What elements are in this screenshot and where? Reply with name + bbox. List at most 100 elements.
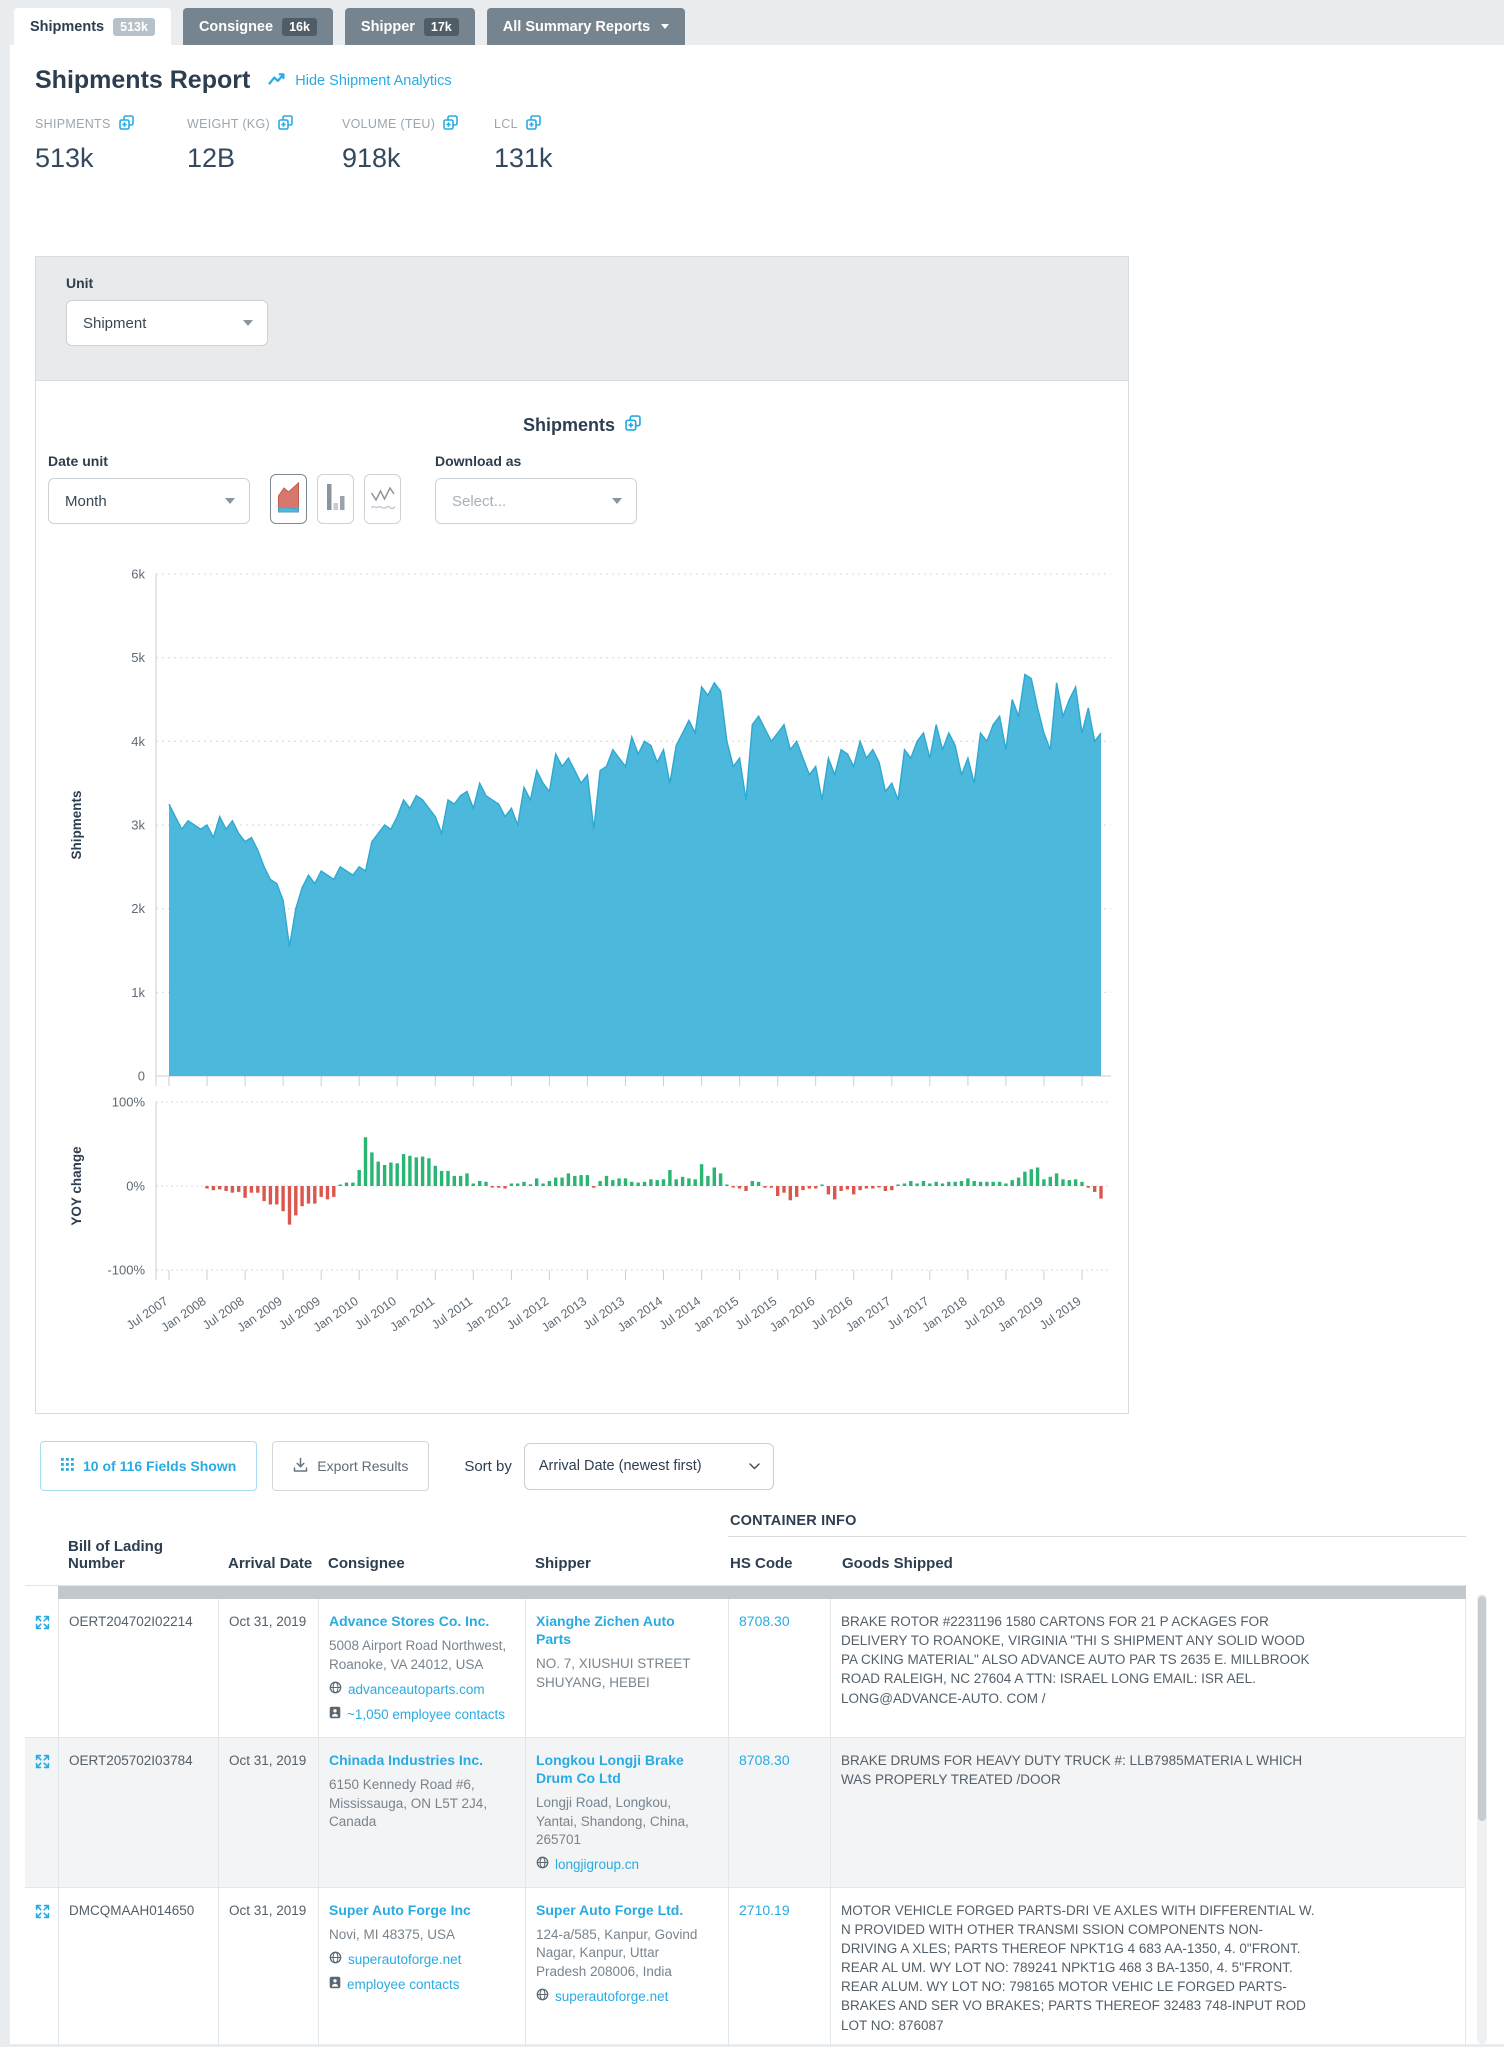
hs-code-link[interactable]: 2710.19 <box>739 1902 790 1918</box>
consignee-link[interactable]: Advance Stores Co. Inc. <box>329 1612 515 1630</box>
column-header-arrival-date[interactable]: Arrival Date <box>218 1555 318 1585</box>
summary-stats: SHIPMENTS 513k WEIGHT (KG) 12B VOLUME (T… <box>35 115 1504 174</box>
download-as-label: Download as <box>435 453 522 469</box>
expand-row-icon[interactable] <box>34 1904 51 1923</box>
tab-shipper[interactable]: Shipper 17k <box>344 8 475 45</box>
stat-lcl-value: 131k <box>494 143 553 173</box>
horizontal-scrollbar[interactable] <box>58 1586 1466 1599</box>
chevron-down-icon <box>661 24 670 29</box>
column-header-hs-code[interactable]: HS Code <box>728 1555 830 1585</box>
column-header-consignee[interactable]: Consignee <box>318 1555 525 1585</box>
shipper-address: Longji Road, Longkou, Yantai, Shandong, … <box>536 1795 689 1848</box>
stat-lcl: LCL 131k <box>494 115 646 174</box>
column-header-shipper[interactable]: Shipper <box>525 1555 716 1585</box>
tab-shipments-count-badge: 513k <box>113 17 155 36</box>
tab-shipments[interactable]: Shipments 513k <box>14 8 171 45</box>
stat-shipments-value: 513k <box>35 143 94 173</box>
stat-volume: VOLUME (TEU) 918k <box>342 115 494 174</box>
export-results-button[interactable]: Export Results <box>272 1441 430 1491</box>
copy-icon[interactable] <box>118 115 134 133</box>
svg-text:0%: 0% <box>126 1179 145 1194</box>
tab-consignee[interactable]: Consignee 16k <box>182 8 333 45</box>
area-chart-icon <box>277 479 300 520</box>
consignee-address: 5008 Airport Road Northwest, Roanoke, VA… <box>329 1638 507 1672</box>
svg-text:4k: 4k <box>131 734 145 749</box>
sort-by-select[interactable]: Arrival Date (newest first) <box>523 1442 774 1490</box>
unit-filter-bar: Unit Shipment <box>36 257 1128 381</box>
vertical-scrollbar-thumb[interactable] <box>1478 1596 1486 1821</box>
consignee-link[interactable]: Super Auto Forge Inc <box>329 1901 515 1919</box>
chevron-down-icon <box>243 320 253 326</box>
svg-text:Jul 2019: Jul 2019 <box>1037 1294 1084 1333</box>
hs-code-link[interactable]: 8708.30 <box>739 1613 790 1629</box>
table-body: OERT204702I02214 Oct 31, 2019 Advance St… <box>25 1599 1466 2047</box>
svg-text:100%: 100% <box>112 1095 146 1110</box>
hs-code-cell: 2710.19 <box>728 1887 830 2047</box>
contact-card-icon <box>329 1705 341 1724</box>
bar-chart-type-button[interactable] <box>317 474 354 524</box>
svg-text:Shipments: Shipments <box>69 790 84 859</box>
table-row: DMCQMAAH014650 Oct 31, 2019 Super Auto F… <box>25 1886 1466 2047</box>
line-chart-type-button[interactable] <box>364 474 401 524</box>
arrival-date-cell: Oct 31, 2019 <box>218 1738 318 1887</box>
table-header: Bill of Lading Number Arrival Date Consi… <box>25 1497 1466 1586</box>
consignee-link[interactable]: Chinada Industries Inc. <box>329 1751 515 1769</box>
vertical-scrollbar[interactable] <box>1477 1594 1487 2044</box>
shipper-link[interactable]: Super Auto Forge Ltd. <box>536 1901 706 1919</box>
shipper-website-link[interactable]: superautoforge.net <box>536 1987 706 2006</box>
tab-consignee-label: Consignee <box>198 18 274 35</box>
tab-consignee-count-badge: 16k <box>282 17 317 36</box>
globe-icon <box>329 1950 342 1969</box>
expand-row-icon[interactable] <box>34 1754 51 1773</box>
shipper-cell: Longkou Longji Brake Drum Co Ltd Longji R… <box>525 1738 716 1887</box>
expand-row-icon[interactable] <box>34 1615 51 1634</box>
report-tabs: Shipments 513k Consignee 16k Shipper 17k… <box>14 8 686 45</box>
column-header-bol[interactable]: Bill of Lading Number <box>58 1538 218 1585</box>
contact-card-icon <box>329 1975 341 1994</box>
copy-icon[interactable] <box>278 115 293 133</box>
consignee-cell: Super Auto Forge Inc Novi, MI 48375, USA s… <box>318 1887 525 2047</box>
goods-shipped-cell: BRAKE DRUMS FOR HEAVY DUTY TRUCK #: LLB7… <box>830 1738 1466 1887</box>
tab-shipper-label: Shipper <box>360 18 415 35</box>
consignee-website-link[interactable]: superautoforge.net <box>329 1950 515 1969</box>
unit-label: Unit <box>66 275 94 291</box>
unit-select[interactable]: Shipment <box>66 300 268 346</box>
svg-text:-100%: -100% <box>107 1263 145 1278</box>
column-header-goods-shipped[interactable]: Goods Shipped <box>830 1555 1466 1585</box>
svg-text:YOY change: YOY change <box>69 1146 84 1226</box>
shipper-website-link[interactable]: longjigroup.cn <box>536 1855 706 1874</box>
tab-shipper-count-badge: 17k <box>423 17 459 36</box>
shipper-link[interactable]: Xianghe Zichen Auto Parts <box>536 1612 706 1648</box>
hide-shipment-analytics-link[interactable]: Hide Shipment Analytics <box>268 72 452 90</box>
consignee-address: Novi, MI 48375, USA <box>329 1926 456 1942</box>
container-info-group-header: CONTAINER INFO <box>728 1497 1466 1537</box>
goods-shipped-cell: MOTOR VEHICLE FORGED PARTS-DRI VE AXLES … <box>830 1887 1466 2047</box>
chevron-down-icon <box>749 1458 760 1474</box>
shipments-yoy-chart: Jul 2007Jan 2008Jul 2008Jan 2009Jul 2009… <box>69 567 1111 1335</box>
stat-weight: WEIGHT (KG) 12B <box>187 115 342 174</box>
consignee-website-link[interactable]: advanceautoparts.com <box>329 1680 515 1699</box>
bar-chart-icon <box>325 481 347 518</box>
fields-shown-button[interactable]: 10 of 116 Fields Shown <box>40 1441 258 1491</box>
download-as-select[interactable]: Select... <box>435 478 637 524</box>
hs-code-link[interactable]: 8708.30 <box>739 1752 790 1768</box>
shipper-link[interactable]: Longkou Longji Brake Drum Co Ltd <box>536 1751 706 1787</box>
analytics-panel: Unit Shipment Shipments Date unit Month <box>35 256 1129 1414</box>
shipper-cell: Super Auto Forge Ltd. 124-a/585, Kanpur, … <box>525 1887 716 2047</box>
bol-cell: OERT205702I03784 <box>58 1738 218 1887</box>
tab-all-summary-reports[interactable]: All Summary Reports <box>486 8 686 45</box>
shipper-cell: Xianghe Zichen Auto Parts NO. 7, XIUSHUI … <box>525 1599 716 1737</box>
copy-icon[interactable] <box>443 115 458 133</box>
copy-icon[interactable] <box>526 115 541 133</box>
employee-contacts-link[interactable]: employee contacts <box>329 1975 515 1994</box>
analytics-zigzag-icon <box>268 72 288 90</box>
copy-icon[interactable] <box>625 415 641 436</box>
employee-contacts-link[interactable]: ~1,050 employee contacts <box>329 1705 515 1724</box>
shipper-address: 124-a/585, Kanpur, Govind Nagar, Kanpur,… <box>536 1926 698 1979</box>
stat-weight-value: 12B <box>187 143 236 173</box>
date-unit-label: Date unit <box>48 453 108 469</box>
area-chart-type-button[interactable] <box>270 474 307 524</box>
sort-by-label: Sort by <box>464 1457 512 1475</box>
svg-text:0: 0 <box>138 1069 145 1084</box>
date-unit-select[interactable]: Month <box>48 478 250 524</box>
